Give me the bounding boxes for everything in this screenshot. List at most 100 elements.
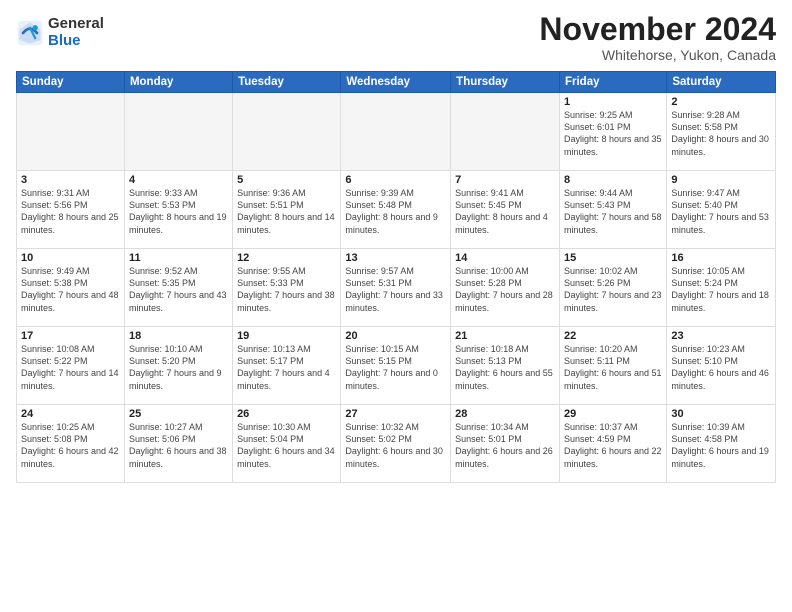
day-cell-2-0: 10Sunrise: 9:49 AM Sunset: 5:38 PM Dayli… (17, 249, 125, 327)
day-cell-4-6: 30Sunrise: 10:39 AM Sunset: 4:58 PM Dayl… (667, 405, 776, 483)
header-monday: Monday (124, 72, 232, 93)
day-cell-0-5: 1Sunrise: 9:25 AM Sunset: 6:01 PM Daylig… (559, 93, 666, 171)
header-sunday: Sunday (17, 72, 125, 93)
day-cell-4-3: 27Sunrise: 10:32 AM Sunset: 5:02 PM Dayl… (341, 405, 451, 483)
day-info: Sunrise: 10:02 AM Sunset: 5:26 PM Daylig… (564, 265, 662, 314)
day-number: 29 (564, 408, 662, 420)
day-number: 7 (455, 174, 555, 186)
day-number: 27 (345, 408, 446, 420)
day-info: Sunrise: 9:28 AM Sunset: 5:58 PM Dayligh… (671, 109, 771, 158)
day-info: Sunrise: 9:49 AM Sunset: 5:38 PM Dayligh… (21, 265, 120, 314)
day-cell-2-6: 16Sunrise: 10:05 AM Sunset: 5:24 PM Dayl… (667, 249, 776, 327)
day-cell-2-3: 13Sunrise: 9:57 AM Sunset: 5:31 PM Dayli… (341, 249, 451, 327)
day-number: 2 (671, 96, 771, 108)
day-cell-3-1: 18Sunrise: 10:10 AM Sunset: 5:20 PM Dayl… (124, 327, 232, 405)
header-thursday: Thursday (451, 72, 560, 93)
weekday-header-row: Sunday Monday Tuesday Wednesday Thursday… (17, 72, 776, 93)
day-number: 23 (671, 330, 771, 342)
day-cell-2-5: 15Sunrise: 10:02 AM Sunset: 5:26 PM Dayl… (559, 249, 666, 327)
day-number: 17 (21, 330, 120, 342)
day-info: Sunrise: 10:39 AM Sunset: 4:58 PM Daylig… (671, 421, 771, 470)
day-number: 26 (237, 408, 336, 420)
day-cell-0-4 (451, 93, 560, 171)
day-info: Sunrise: 10:15 AM Sunset: 5:15 PM Daylig… (345, 343, 446, 392)
day-info: Sunrise: 9:31 AM Sunset: 5:56 PM Dayligh… (21, 187, 120, 236)
day-number: 1 (564, 96, 662, 108)
day-cell-3-0: 17Sunrise: 10:08 AM Sunset: 5:22 PM Dayl… (17, 327, 125, 405)
day-info: Sunrise: 9:44 AM Sunset: 5:43 PM Dayligh… (564, 187, 662, 236)
logo: General Blue (16, 16, 104, 49)
calendar-container: General Blue November 2024 Whitehorse, Y… (0, 0, 792, 612)
week-row-5: 24Sunrise: 10:25 AM Sunset: 5:08 PM Dayl… (17, 405, 776, 483)
day-cell-2-1: 11Sunrise: 9:52 AM Sunset: 5:35 PM Dayli… (124, 249, 232, 327)
day-number: 12 (237, 252, 336, 264)
day-number: 28 (455, 408, 555, 420)
day-cell-3-3: 20Sunrise: 10:15 AM Sunset: 5:15 PM Dayl… (341, 327, 451, 405)
day-number: 24 (21, 408, 120, 420)
day-info: Sunrise: 10:10 AM Sunset: 5:20 PM Daylig… (129, 343, 228, 392)
week-row-1: 1Sunrise: 9:25 AM Sunset: 6:01 PM Daylig… (17, 93, 776, 171)
day-number: 9 (671, 174, 771, 186)
day-info: Sunrise: 10:08 AM Sunset: 5:22 PM Daylig… (21, 343, 120, 392)
day-cell-3-5: 22Sunrise: 10:20 AM Sunset: 5:11 PM Dayl… (559, 327, 666, 405)
day-number: 25 (129, 408, 228, 420)
day-cell-0-3 (341, 93, 451, 171)
day-number: 3 (21, 174, 120, 186)
day-cell-4-5: 29Sunrise: 10:37 AM Sunset: 4:59 PM Dayl… (559, 405, 666, 483)
day-cell-3-4: 21Sunrise: 10:18 AM Sunset: 5:13 PM Dayl… (451, 327, 560, 405)
day-number: 21 (455, 330, 555, 342)
day-info: Sunrise: 9:39 AM Sunset: 5:48 PM Dayligh… (345, 187, 446, 236)
header-saturday: Saturday (667, 72, 776, 93)
day-cell-3-2: 19Sunrise: 10:13 AM Sunset: 5:17 PM Dayl… (233, 327, 341, 405)
day-number: 18 (129, 330, 228, 342)
header-friday: Friday (559, 72, 666, 93)
day-cell-0-2 (233, 93, 341, 171)
day-cell-1-6: 9Sunrise: 9:47 AM Sunset: 5:40 PM Daylig… (667, 171, 776, 249)
day-number: 6 (345, 174, 446, 186)
day-cell-4-0: 24Sunrise: 10:25 AM Sunset: 5:08 PM Dayl… (17, 405, 125, 483)
day-cell-4-4: 28Sunrise: 10:34 AM Sunset: 5:01 PM Dayl… (451, 405, 560, 483)
week-row-4: 17Sunrise: 10:08 AM Sunset: 5:22 PM Dayl… (17, 327, 776, 405)
day-number: 30 (671, 408, 771, 420)
day-cell-0-1 (124, 93, 232, 171)
day-cell-1-2: 5Sunrise: 9:36 AM Sunset: 5:51 PM Daylig… (233, 171, 341, 249)
day-number: 14 (455, 252, 555, 264)
day-info: Sunrise: 10:13 AM Sunset: 5:17 PM Daylig… (237, 343, 336, 392)
day-number: 19 (237, 330, 336, 342)
day-info: Sunrise: 9:47 AM Sunset: 5:40 PM Dayligh… (671, 187, 771, 236)
day-info: Sunrise: 9:33 AM Sunset: 5:53 PM Dayligh… (129, 187, 228, 236)
day-info: Sunrise: 10:25 AM Sunset: 5:08 PM Daylig… (21, 421, 120, 470)
logo-blue: Blue (48, 33, 104, 50)
day-info: Sunrise: 9:25 AM Sunset: 6:01 PM Dayligh… (564, 109, 662, 158)
day-info: Sunrise: 9:57 AM Sunset: 5:31 PM Dayligh… (345, 265, 446, 314)
day-number: 8 (564, 174, 662, 186)
day-cell-0-0 (17, 93, 125, 171)
day-cell-0-6: 2Sunrise: 9:28 AM Sunset: 5:58 PM Daylig… (667, 93, 776, 171)
day-info: Sunrise: 10:18 AM Sunset: 5:13 PM Daylig… (455, 343, 555, 392)
location: Whitehorse, Yukon, Canada (539, 47, 776, 63)
header: General Blue November 2024 Whitehorse, Y… (16, 12, 776, 63)
day-number: 5 (237, 174, 336, 186)
day-number: 20 (345, 330, 446, 342)
day-info: Sunrise: 10:30 AM Sunset: 5:04 PM Daylig… (237, 421, 336, 470)
day-info: Sunrise: 9:55 AM Sunset: 5:33 PM Dayligh… (237, 265, 336, 314)
day-cell-4-1: 25Sunrise: 10:27 AM Sunset: 5:06 PM Dayl… (124, 405, 232, 483)
day-number: 4 (129, 174, 228, 186)
logo-text: General Blue (48, 16, 104, 49)
day-cell-3-6: 23Sunrise: 10:23 AM Sunset: 5:10 PM Dayl… (667, 327, 776, 405)
day-cell-1-4: 7Sunrise: 9:41 AM Sunset: 5:45 PM Daylig… (451, 171, 560, 249)
day-cell-1-1: 4Sunrise: 9:33 AM Sunset: 5:53 PM Daylig… (124, 171, 232, 249)
day-info: Sunrise: 9:52 AM Sunset: 5:35 PM Dayligh… (129, 265, 228, 314)
calendar-table: Sunday Monday Tuesday Wednesday Thursday… (16, 71, 776, 483)
day-cell-1-3: 6Sunrise: 9:39 AM Sunset: 5:48 PM Daylig… (341, 171, 451, 249)
day-info: Sunrise: 9:36 AM Sunset: 5:51 PM Dayligh… (237, 187, 336, 236)
logo-general: General (48, 16, 104, 33)
day-number: 16 (671, 252, 771, 264)
day-info: Sunrise: 9:41 AM Sunset: 5:45 PM Dayligh… (455, 187, 555, 236)
day-info: Sunrise: 10:37 AM Sunset: 4:59 PM Daylig… (564, 421, 662, 470)
day-number: 13 (345, 252, 446, 264)
day-info: Sunrise: 10:20 AM Sunset: 5:11 PM Daylig… (564, 343, 662, 392)
header-tuesday: Tuesday (233, 72, 341, 93)
day-info: Sunrise: 10:05 AM Sunset: 5:24 PM Daylig… (671, 265, 771, 314)
month-title: November 2024 (539, 12, 776, 47)
